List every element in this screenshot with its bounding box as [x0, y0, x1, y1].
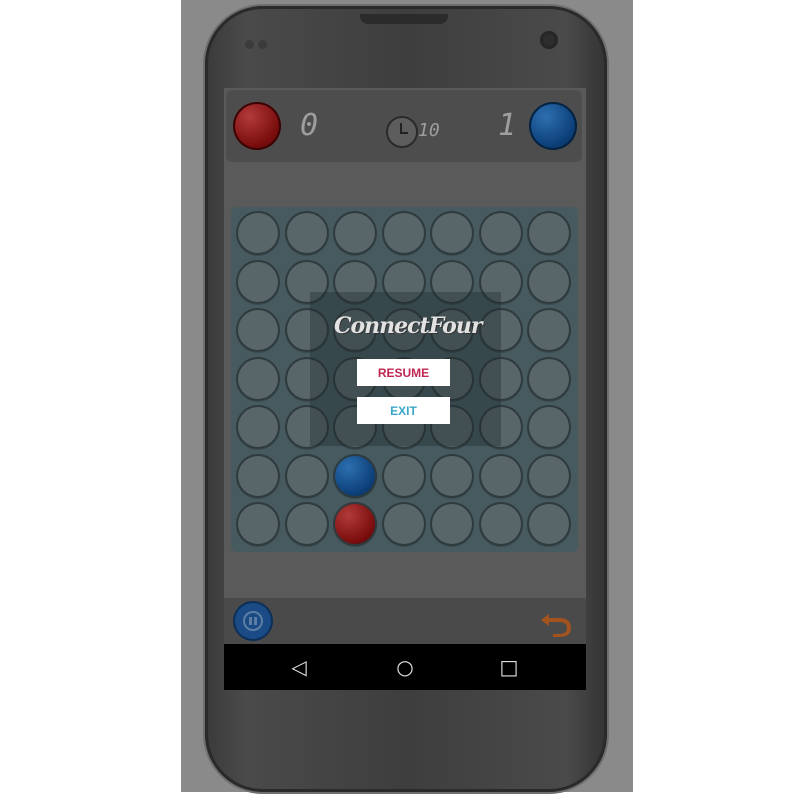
pause-icon [243, 611, 263, 631]
board-cell[interactable] [236, 356, 280, 401]
board-cell[interactable] [527, 308, 571, 352]
board-cell[interactable] [527, 259, 571, 304]
board-cell[interactable] [284, 502, 329, 546]
android-navbar: ◁ ○ □ [224, 644, 586, 690]
blue-disc[interactable] [333, 453, 377, 498]
board-cell[interactable] [284, 453, 329, 498]
blue-score: 1 [498, 108, 517, 143]
board-cell[interactable] [527, 356, 571, 401]
board-cell[interactable] [236, 453, 280, 498]
board-cell[interactable] [381, 211, 426, 255]
undo-button[interactable] [539, 608, 573, 638]
phone-sensors [245, 34, 273, 49]
board-cell[interactable] [381, 453, 426, 498]
board-cell[interactable] [527, 453, 571, 498]
board-cell[interactable] [478, 211, 523, 255]
exit-button[interactable]: EXIT [357, 397, 450, 424]
board-cell[interactable] [527, 502, 571, 546]
red-disc[interactable] [333, 502, 377, 546]
board-cell[interactable] [236, 502, 280, 546]
board-cell[interactable] [478, 453, 523, 498]
game-screen: 0 10 1 ConnectFour RESUME EXIT ◁ ○ □ [224, 88, 586, 690]
board-cell[interactable] [333, 211, 377, 255]
blue-player-disc [529, 102, 577, 150]
undo-icon [541, 614, 571, 637]
board-cell[interactable] [236, 405, 280, 449]
bottom-bar [224, 598, 586, 644]
timer-value: 10 [418, 120, 440, 141]
scoreboard: 0 10 1 [226, 90, 582, 162]
pause-button[interactable] [233, 601, 273, 641]
board-cell[interactable] [478, 502, 523, 546]
board-cell[interactable] [284, 211, 329, 255]
board-cell[interactable] [430, 453, 474, 498]
board-cell[interactable] [527, 405, 571, 449]
board-cell[interactable] [381, 502, 426, 546]
board-cell[interactable] [527, 211, 571, 255]
board-cell[interactable] [236, 211, 280, 255]
connect-four-logo: ConnectFour [334, 313, 482, 339]
recents-icon[interactable]: □ [494, 652, 524, 682]
resume-button[interactable]: RESUME [357, 359, 450, 386]
red-player-disc [233, 102, 281, 150]
home-icon[interactable]: ○ [390, 652, 420, 682]
board-cell[interactable] [236, 259, 280, 304]
board-cell[interactable] [430, 211, 474, 255]
phone-camera [540, 31, 558, 49]
board-cell[interactable] [236, 308, 280, 352]
phone-speaker [360, 14, 448, 24]
stopwatch-icon [386, 116, 418, 148]
red-score: 0 [300, 108, 319, 143]
board-cell[interactable] [430, 502, 474, 546]
back-icon[interactable]: ◁ [284, 652, 314, 682]
